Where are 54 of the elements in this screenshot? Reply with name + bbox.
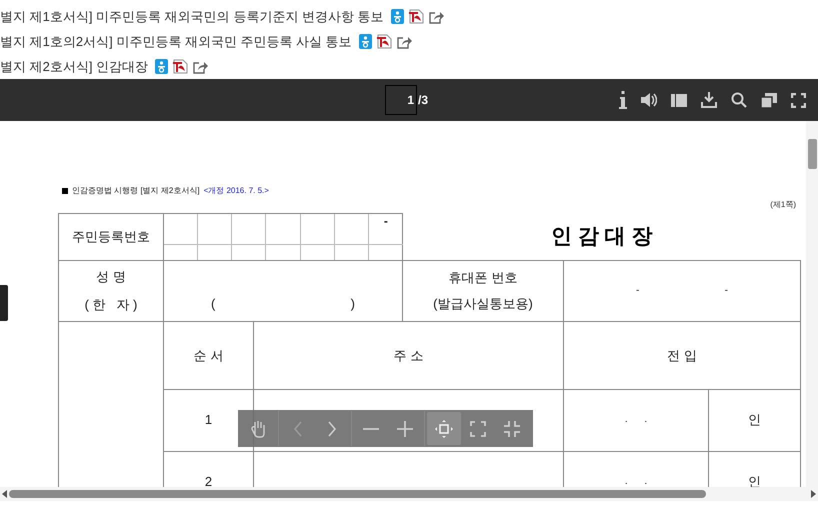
side-panel-handle[interactable]: [0, 285, 8, 321]
scrollbar-thumb[interactable]: [9, 490, 706, 498]
page-side-label: (제1쪽): [770, 199, 796, 211]
page-number-field[interactable]: 1: [385, 85, 417, 115]
share-icon[interactable]: [396, 34, 412, 48]
hanja-label: ( 한 자 ): [84, 296, 138, 314]
info-icon[interactable]: [619, 91, 627, 109]
attachment-link[interactable]: 별지 제1호서식] 미주민등록 재외국민의 등록기준지 변경사항 통보: [0, 6, 384, 26]
fullscreen-icon[interactable]: [791, 92, 806, 108]
table-cell: 주민등록번호: [58, 214, 164, 260]
share-icon[interactable]: [193, 60, 208, 74]
sidebar-panel-icon[interactable]: [671, 94, 687, 106]
seal-cell: 인: [708, 390, 801, 452]
column-header: 전 입: [564, 322, 801, 390]
digit-box[interactable]: [232, 214, 266, 244]
revision-note: <개정 2016. 7. 5.>: [204, 185, 269, 197]
digit-box[interactable]: [300, 214, 335, 244]
digit-box[interactable]: [334, 214, 369, 244]
download-icon[interactable]: [701, 92, 717, 108]
scrollbar-thumb[interactable]: [808, 139, 817, 169]
pdf-icon[interactable]: [408, 9, 424, 24]
search-icon[interactable]: [731, 92, 747, 108]
phone-note: (발급사실통보용): [432, 295, 534, 313]
digit-box[interactable]: [164, 214, 198, 244]
pdf-icon[interactable]: [173, 59, 188, 74]
digit-box[interactable]: [198, 214, 232, 244]
document-file-icon[interactable]: [155, 59, 168, 74]
parenthesis-mark: (: [211, 294, 216, 313]
digit-box[interactable]: [266, 214, 301, 244]
document-file-icon[interactable]: [358, 34, 372, 49]
name-label: 성 명: [95, 268, 127, 286]
attachment-link[interactable]: 별지 제1호의2서식] 미주민등록 재외국민 주민등록 사실 통보: [0, 32, 352, 52]
phone-label: 휴대폰 번호: [448, 269, 518, 287]
dash-mark: -: [724, 284, 728, 298]
digit-box[interactable]: -: [368, 214, 403, 244]
document-file-icon[interactable]: [390, 9, 404, 24]
square-bullet-icon: [62, 188, 68, 194]
speaker-icon[interactable]: [641, 93, 657, 107]
parenthesis-mark: ): [350, 294, 355, 313]
dash-mark: -: [636, 284, 640, 298]
dash-mark: -: [384, 214, 388, 228]
column-header: 순 서: [164, 322, 254, 390]
scroll-right-arrow-icon[interactable]: [811, 490, 816, 498]
fit-page-button[interactable]: [427, 412, 461, 445]
page-total: /3: [418, 92, 428, 109]
pdf-icon[interactable]: [376, 34, 392, 49]
scroll-left-arrow-icon[interactable]: [2, 490, 7, 498]
date-cell: . .: [564, 390, 708, 452]
windows-icon[interactable]: [761, 92, 777, 108]
column-header: 주 소: [254, 322, 564, 390]
attachment-link[interactable]: 별지 제2호서식] 인감대장: [0, 56, 148, 76]
document-title: 인 감 대 장: [402, 214, 801, 260]
form-header-text: 인감증명법 시행령 [별지 제2호서식]: [72, 185, 200, 197]
share-icon[interactable]: [428, 10, 444, 24]
